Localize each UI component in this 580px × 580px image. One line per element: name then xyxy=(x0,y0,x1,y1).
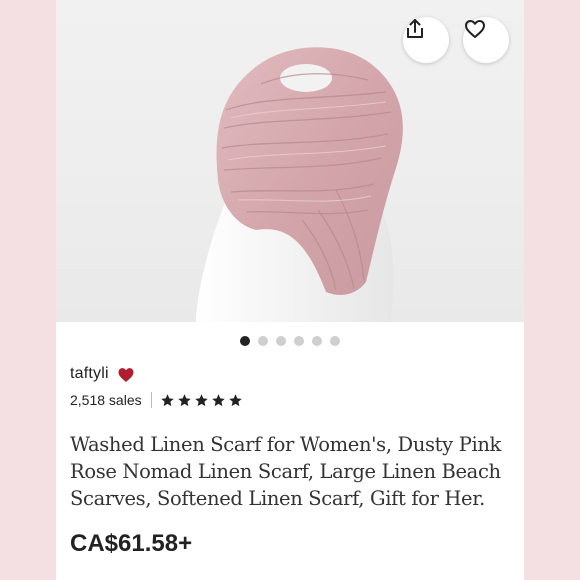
scarf-photo xyxy=(196,47,403,322)
carousel-indicator xyxy=(56,336,524,346)
star-icon xyxy=(160,393,174,406)
carousel-dot-4[interactable] xyxy=(294,336,304,346)
share-icon xyxy=(407,19,423,38)
carousel-dot-3[interactable] xyxy=(276,336,286,346)
carousel-dot-1[interactable] xyxy=(240,336,250,346)
star-rating[interactable] xyxy=(160,393,243,408)
listing-title: Washed Linen Scarf for Women's, Dusty Pi… xyxy=(70,433,502,510)
sales-count: 2,518 sales xyxy=(70,392,142,408)
star-icon xyxy=(177,393,191,406)
carousel-dot-6[interactable] xyxy=(330,336,340,346)
shop-info: taftyli xyxy=(70,365,135,383)
product-image[interactable] xyxy=(56,0,524,322)
sales-rating-row: 2,518 sales xyxy=(70,392,243,408)
star-icon xyxy=(194,393,208,406)
carousel-dot-2[interactable] xyxy=(258,336,268,346)
favorite-button[interactable] xyxy=(463,17,509,63)
heart-filled-icon xyxy=(118,367,134,382)
heart-icon xyxy=(465,20,485,38)
star-icon xyxy=(228,393,242,406)
share-button[interactable] xyxy=(403,17,449,63)
listing-card: taftyli 2,518 sales Washed Linen Scarf f… xyxy=(56,0,524,580)
divider xyxy=(150,392,152,408)
listing-price: CA$61.58+ xyxy=(70,530,193,557)
shop-name-link[interactable]: taftyli xyxy=(70,365,109,383)
star-icon xyxy=(211,393,225,406)
carousel-dot-5[interactable] xyxy=(312,336,322,346)
